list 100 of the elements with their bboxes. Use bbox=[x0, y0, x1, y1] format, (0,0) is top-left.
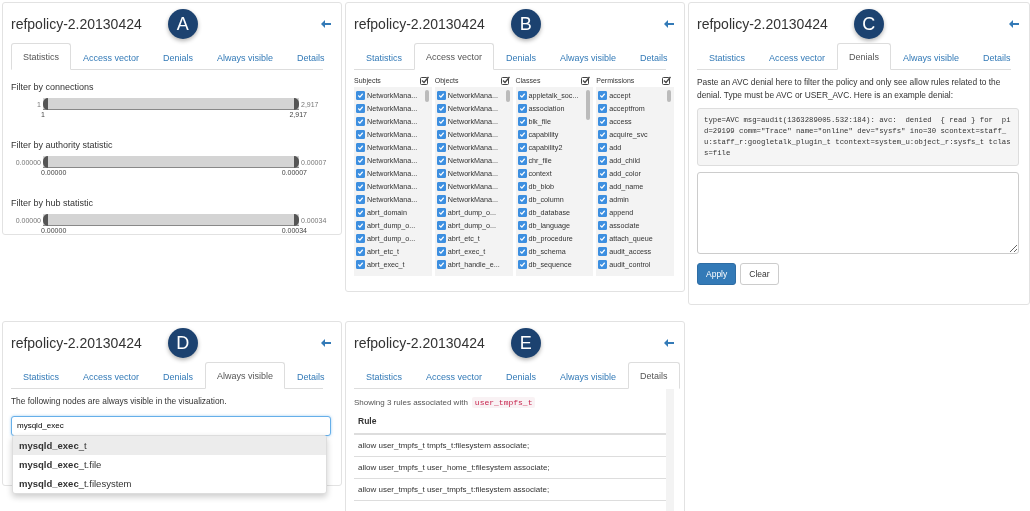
scrollbar-thumb[interactable] bbox=[586, 90, 591, 120]
checkbox[interactable] bbox=[436, 260, 446, 269]
checkbox[interactable] bbox=[436, 130, 446, 139]
checkbox[interactable] bbox=[517, 143, 527, 152]
back-arrow-icon[interactable] bbox=[1009, 20, 1019, 28]
tab[interactable]: Statistics bbox=[354, 43, 414, 70]
check-all-icon[interactable] bbox=[500, 76, 510, 85]
tab[interactable]: Access vector bbox=[414, 362, 495, 389]
checkbox[interactable] bbox=[598, 91, 608, 100]
tab[interactable]: Denials bbox=[494, 362, 549, 389]
scrollbar-thumb[interactable] bbox=[505, 90, 510, 102]
range-slider[interactable] bbox=[43, 156, 299, 168]
range-slider[interactable] bbox=[43, 214, 299, 226]
tab[interactable]: Details bbox=[285, 43, 337, 70]
checkbox[interactable] bbox=[356, 182, 365, 191]
checkbox[interactable] bbox=[517, 208, 527, 217]
checkbox[interactable] bbox=[436, 156, 446, 165]
tab[interactable]: Denials bbox=[151, 362, 206, 389]
checkbox[interactable] bbox=[436, 234, 446, 243]
checkbox[interactable] bbox=[356, 169, 365, 178]
check-all-icon[interactable] bbox=[581, 76, 591, 85]
checkbox[interactable] bbox=[356, 104, 365, 113]
checkbox[interactable] bbox=[517, 156, 527, 165]
suggestion-item[interactable]: mysqld_exec_t.filesystem bbox=[13, 474, 326, 493]
tab[interactable]: Access vector bbox=[71, 362, 152, 389]
suggestion-item[interactable]: mysqld_exec_t bbox=[13, 436, 326, 455]
tab[interactable]: Denials bbox=[151, 43, 206, 70]
checkbox[interactable] bbox=[517, 195, 527, 204]
tab[interactable]: Details bbox=[628, 43, 680, 70]
checkbox[interactable] bbox=[436, 247, 446, 256]
checkbox[interactable] bbox=[356, 117, 365, 126]
checkbox[interactable] bbox=[598, 195, 608, 204]
checkbox[interactable] bbox=[436, 143, 446, 152]
tab[interactable]: Always visible bbox=[205, 43, 286, 70]
checkbox[interactable] bbox=[598, 221, 608, 230]
tab[interactable]: Statistics bbox=[697, 43, 757, 70]
tab[interactable]: Access vector bbox=[757, 43, 838, 70]
tab[interactable]: Details bbox=[285, 362, 337, 389]
tab[interactable]: Details bbox=[971, 43, 1023, 70]
checkbox[interactable] bbox=[356, 156, 365, 165]
tab[interactable]: Statistics bbox=[11, 43, 71, 70]
back-arrow-icon[interactable] bbox=[321, 339, 331, 347]
checkbox[interactable] bbox=[517, 260, 527, 269]
tab[interactable]: Statistics bbox=[11, 362, 71, 389]
checkbox[interactable] bbox=[598, 169, 608, 178]
clear-button[interactable]: Clear bbox=[740, 262, 779, 285]
checkbox[interactable] bbox=[598, 208, 608, 217]
checkbox[interactable] bbox=[436, 208, 446, 217]
scrollbar-thumb[interactable] bbox=[424, 90, 429, 102]
checkbox[interactable] bbox=[517, 247, 527, 256]
checkbox[interactable] bbox=[598, 117, 608, 126]
node-search-field[interactable]: mysqld_exec bbox=[11, 415, 331, 436]
tab[interactable]: Statistics bbox=[354, 362, 414, 389]
checkbox[interactable] bbox=[517, 130, 527, 139]
checkbox[interactable] bbox=[356, 247, 365, 256]
checkbox[interactable] bbox=[598, 104, 608, 113]
checkbox[interactable] bbox=[356, 208, 365, 217]
tab[interactable]: Always visible bbox=[548, 43, 629, 70]
checkbox[interactable] bbox=[356, 143, 365, 152]
checkbox[interactable] bbox=[517, 169, 527, 178]
apply-button[interactable]: Apply bbox=[697, 262, 737, 285]
checkbox[interactable] bbox=[598, 234, 608, 243]
tab[interactable]: Denials bbox=[494, 43, 549, 70]
checkbox[interactable] bbox=[598, 143, 608, 152]
checkbox[interactable] bbox=[356, 195, 365, 204]
checkbox[interactable] bbox=[517, 91, 527, 100]
check-all-icon[interactable] bbox=[419, 76, 429, 85]
checkbox[interactable] bbox=[436, 221, 446, 230]
tab[interactable]: Denials bbox=[837, 43, 892, 70]
checkbox[interactable] bbox=[517, 234, 527, 243]
checkbox[interactable] bbox=[356, 130, 365, 139]
checkbox[interactable] bbox=[356, 91, 365, 100]
checkbox[interactable] bbox=[517, 117, 527, 126]
checkbox[interactable] bbox=[517, 182, 527, 191]
tab[interactable]: Access vector bbox=[414, 43, 495, 70]
back-arrow-icon[interactable] bbox=[664, 339, 674, 347]
checkbox[interactable] bbox=[598, 130, 608, 139]
checkbox[interactable] bbox=[598, 260, 608, 269]
checkbox[interactable] bbox=[436, 91, 446, 100]
suggestion-item[interactable]: mysqld_exec_t.file bbox=[13, 455, 326, 474]
checkbox[interactable] bbox=[436, 169, 446, 178]
scrollbar-thumb[interactable] bbox=[667, 90, 671, 102]
checkbox[interactable] bbox=[598, 247, 608, 256]
tab[interactable]: Access vector bbox=[71, 43, 152, 70]
tab[interactable]: Always visible bbox=[205, 362, 286, 389]
range-slider[interactable] bbox=[43, 98, 299, 110]
checkbox[interactable] bbox=[356, 221, 365, 230]
checkbox[interactable] bbox=[517, 221, 527, 230]
tab[interactable]: Details bbox=[628, 362, 680, 389]
tab[interactable]: Always visible bbox=[548, 362, 629, 389]
checkbox[interactable] bbox=[517, 104, 527, 113]
tab[interactable]: Always visible bbox=[891, 43, 972, 70]
checkbox[interactable] bbox=[356, 234, 365, 243]
back-arrow-icon[interactable] bbox=[321, 20, 331, 28]
back-arrow-icon[interactable] bbox=[664, 20, 674, 28]
checkbox[interactable] bbox=[598, 182, 608, 191]
checkbox[interactable] bbox=[598, 156, 608, 165]
checkbox[interactable] bbox=[436, 182, 446, 191]
checkbox[interactable] bbox=[356, 260, 365, 269]
check-all-icon[interactable] bbox=[662, 76, 671, 85]
